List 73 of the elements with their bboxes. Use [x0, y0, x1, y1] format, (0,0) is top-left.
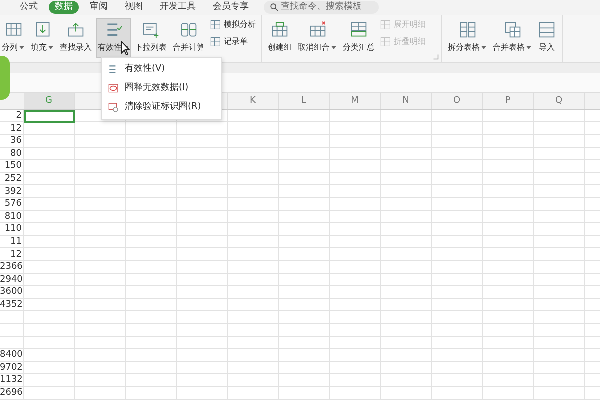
table-cell: 2366: [0, 261, 24, 274]
column-header: Q: [554, 95, 564, 108]
search-icon: [270, 3, 279, 12]
ribbon-button[interactable]: 填充: [29, 18, 56, 58]
table-cell-text: 252: [4, 172, 23, 186]
ribbon-button[interactable]: 合并表格: [491, 18, 534, 58]
ribbon-button[interactable]: 下拉列表: [133, 18, 169, 58]
table-icon: [538, 21, 556, 39]
ribbon-button[interactable]: 查找录入: [58, 18, 94, 58]
table-cell-text: 150: [4, 160, 23, 173]
active-cell[interactable]: [24, 110, 75, 123]
table-cell: 3600: [0, 286, 24, 299]
ribbon-button[interactable]: 取消组合: [296, 18, 339, 58]
stacked-tables-icon: [180, 21, 198, 39]
search-field[interactable]: 查找命令、搜索模板: [264, 1, 379, 14]
column-header: G: [24, 93, 74, 109]
ribbon-button[interactable]: 记录单: [209, 34, 257, 48]
table-cell-text: 110: [4, 223, 23, 236]
column-header: M: [350, 95, 360, 108]
dialog-launcher-icon: [433, 54, 439, 60]
menu-item[interactable]: 清除验证标识圈(R): [102, 98, 221, 117]
ribbon-button[interactable]: 分列: [0, 18, 27, 58]
column-header: K: [249, 95, 257, 108]
ribbon-button[interactable]: 模拟分析: [209, 18, 257, 32]
menu-tab[interactable]: 数据: [49, 1, 79, 14]
subtotal-icon: [350, 21, 368, 39]
table-cell-text: 80: [10, 148, 23, 160]
table-cell: 9702: [0, 362, 24, 374]
table-cell-text: 576: [4, 198, 23, 211]
group-icon: [271, 21, 289, 39]
column-header: L: [300, 95, 308, 108]
upload-box-icon: [67, 21, 85, 39]
fill-down-icon: [34, 21, 52, 39]
column-header: P: [504, 95, 512, 108]
collapse-icon: [380, 36, 392, 48]
table-cell: 8400: [0, 349, 24, 362]
menu-item[interactable]: 圈释无效数据(I): [102, 79, 221, 98]
merge-table-icon: [504, 21, 522, 39]
menu-tab[interactable]: 视图: [119, 1, 149, 14]
columns-icon: [4, 21, 22, 39]
list-plus-icon: [142, 21, 160, 39]
menu-tab[interactable]: 开发工具: [154, 1, 202, 14]
menu-tab[interactable]: 审阅: [84, 1, 114, 14]
table-cell: 1132: [0, 374, 24, 388]
column-header: O: [452, 95, 462, 108]
table-cell-text: 11: [10, 236, 23, 249]
table-cell-text: 12: [10, 122, 23, 136]
table-cell-text: 36: [10, 135, 23, 148]
ribbon-button[interactable]: 合并计算: [171, 18, 207, 58]
ungroup-icon: [308, 21, 326, 39]
table-cell: 2940: [0, 274, 24, 286]
table-cell-text: 810: [4, 210, 23, 224]
expand-icon: [380, 19, 392, 31]
menu-tab[interactable]: 会员专享: [207, 1, 255, 14]
split-table-icon: [458, 21, 476, 39]
ribbon-button[interactable]: 导入: [536, 18, 558, 58]
menu-item[interactable]: 有效性(V): [102, 60, 221, 79]
table-cell-text: 2: [15, 110, 23, 123]
clear-mark-icon: [108, 102, 119, 113]
chart-grid-icon: [210, 19, 222, 31]
table-cell: 4352: [0, 298, 24, 312]
table-cell-text: 12: [10, 248, 23, 262]
ribbon-button[interactable]: 创建组: [266, 18, 294, 58]
table-cell-text: 392: [4, 186, 23, 198]
form-icon: [210, 36, 222, 48]
ribbon-button[interactable]: 拆分表格: [446, 18, 489, 58]
menu-tab[interactable]: 公式: [14, 1, 44, 14]
side-panel-tab[interactable]: [0, 56, 10, 100]
table-cell: 2696: [0, 387, 24, 400]
oval-icon: [108, 83, 119, 94]
ribbon-button[interactable]: 分类汇总: [341, 18, 377, 58]
column-header: N: [402, 95, 410, 108]
list-check-icon: [104, 21, 122, 39]
